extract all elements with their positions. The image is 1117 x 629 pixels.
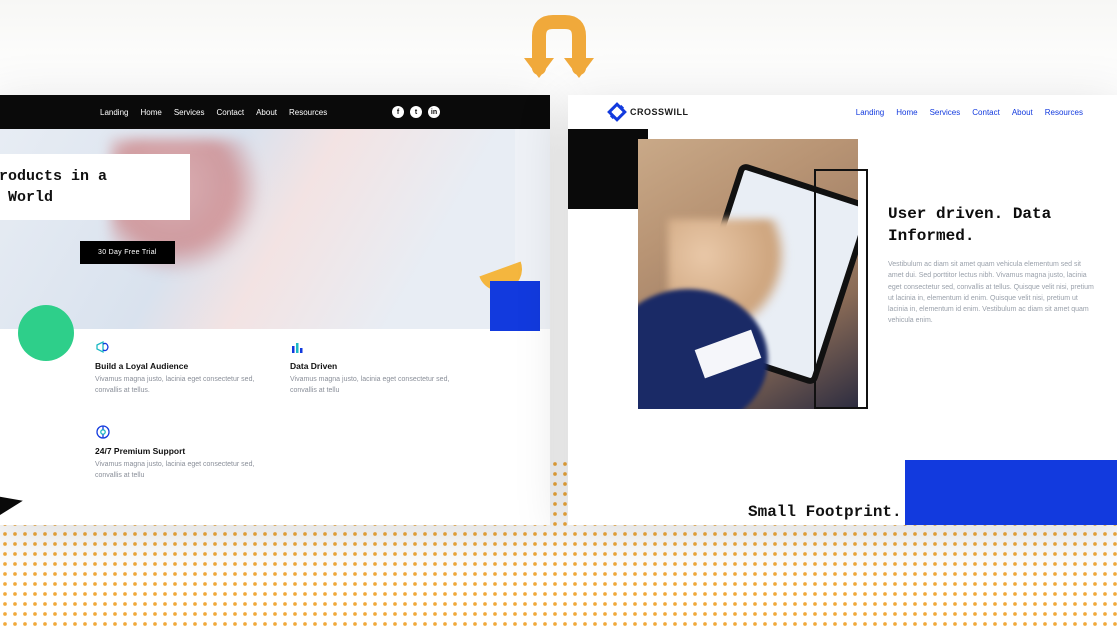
- left-topbar: Landing Home Services Contact About Reso…: [0, 95, 550, 129]
- accent-shape-black: [568, 129, 648, 209]
- hero-text-block: User driven. Data Informed. Vestibulum a…: [888, 204, 1098, 326]
- hero-title: Products in a x World: [0, 166, 180, 208]
- brand-name: CROSSWILL: [630, 107, 689, 117]
- right-topbar: CROSSWILL Landing Home Services Contact …: [568, 95, 1117, 129]
- nav-link-resources[interactable]: Resources: [1045, 108, 1083, 117]
- megaphone-icon: [95, 339, 111, 355]
- feature-title: Data Driven: [290, 361, 470, 371]
- hero-body: Vestibulum ac diam sit amet quam vehicul…: [888, 259, 1098, 326]
- cta-button[interactable]: 30 Day Free Trial: [80, 241, 175, 264]
- support-icon: [95, 424, 111, 440]
- left-features: Build a Loyal Audience Vivamus magna jus…: [0, 329, 550, 339]
- feature-card-audience: Build a Loyal Audience Vivamus magna jus…: [95, 339, 275, 396]
- nav-link-services[interactable]: Services: [174, 108, 205, 117]
- feature-title: 24/7 Premium Support: [95, 446, 275, 456]
- swap-arrows-icon: [494, 8, 624, 93]
- feature-desc: Vivamus magna justo, lacinia eget consec…: [95, 375, 275, 396]
- left-nav: Landing Home Services Contact About Reso…: [100, 108, 327, 117]
- nav-link-about[interactable]: About: [1012, 108, 1033, 117]
- accent-shape-green: [18, 305, 74, 361]
- nav-link-about[interactable]: About: [256, 108, 277, 117]
- accent-shape-black: [0, 494, 23, 525]
- logo-mark-icon: [607, 102, 627, 122]
- feature-desc: Vivamus magna justo, lacinia eget consec…: [290, 375, 470, 396]
- right-nav: Landing Home Services Contact About Reso…: [856, 108, 1083, 117]
- nav-link-services[interactable]: Services: [930, 108, 961, 117]
- nav-link-landing[interactable]: Landing: [100, 108, 128, 117]
- template-preview-right: CROSSWILL Landing Home Services Contact …: [568, 95, 1117, 525]
- brand-logo[interactable]: CROSSWILL: [610, 105, 689, 119]
- left-hero: Products in a x World 30 Day Free Trial: [0, 129, 550, 329]
- nav-link-contact[interactable]: Contact: [972, 108, 1000, 117]
- accent-shape-blue: [905, 460, 1117, 525]
- sub-headline: Small Footprint.: [748, 502, 902, 523]
- facebook-icon[interactable]: f: [392, 106, 404, 118]
- feature-title: Build a Loyal Audience: [95, 361, 275, 371]
- template-preview-left: Landing Home Services Contact About Reso…: [0, 95, 550, 525]
- nav-link-resources[interactable]: Resources: [289, 108, 327, 117]
- linkedin-icon[interactable]: in: [428, 106, 440, 118]
- feature-card-support: 24/7 Premium Support Vivamus magna justo…: [95, 424, 275, 481]
- accent-frame: [814, 169, 868, 409]
- nav-link-contact[interactable]: Contact: [217, 108, 245, 117]
- bars-icon: [290, 339, 306, 355]
- nav-link-home[interactable]: Home: [896, 108, 917, 117]
- nav-link-landing[interactable]: Landing: [856, 108, 884, 117]
- accent-shape-blue: [490, 281, 540, 331]
- nav-link-home[interactable]: Home: [140, 108, 161, 117]
- feature-desc: Vivamus magna justo, lacinia eget consec…: [95, 460, 275, 481]
- feature-card-data: Data Driven Vivamus magna justo, lacinia…: [290, 339, 470, 396]
- hero-headline: User driven. Data Informed.: [888, 204, 1098, 247]
- twitter-icon[interactable]: t: [410, 106, 422, 118]
- left-socials: f t in: [392, 106, 440, 118]
